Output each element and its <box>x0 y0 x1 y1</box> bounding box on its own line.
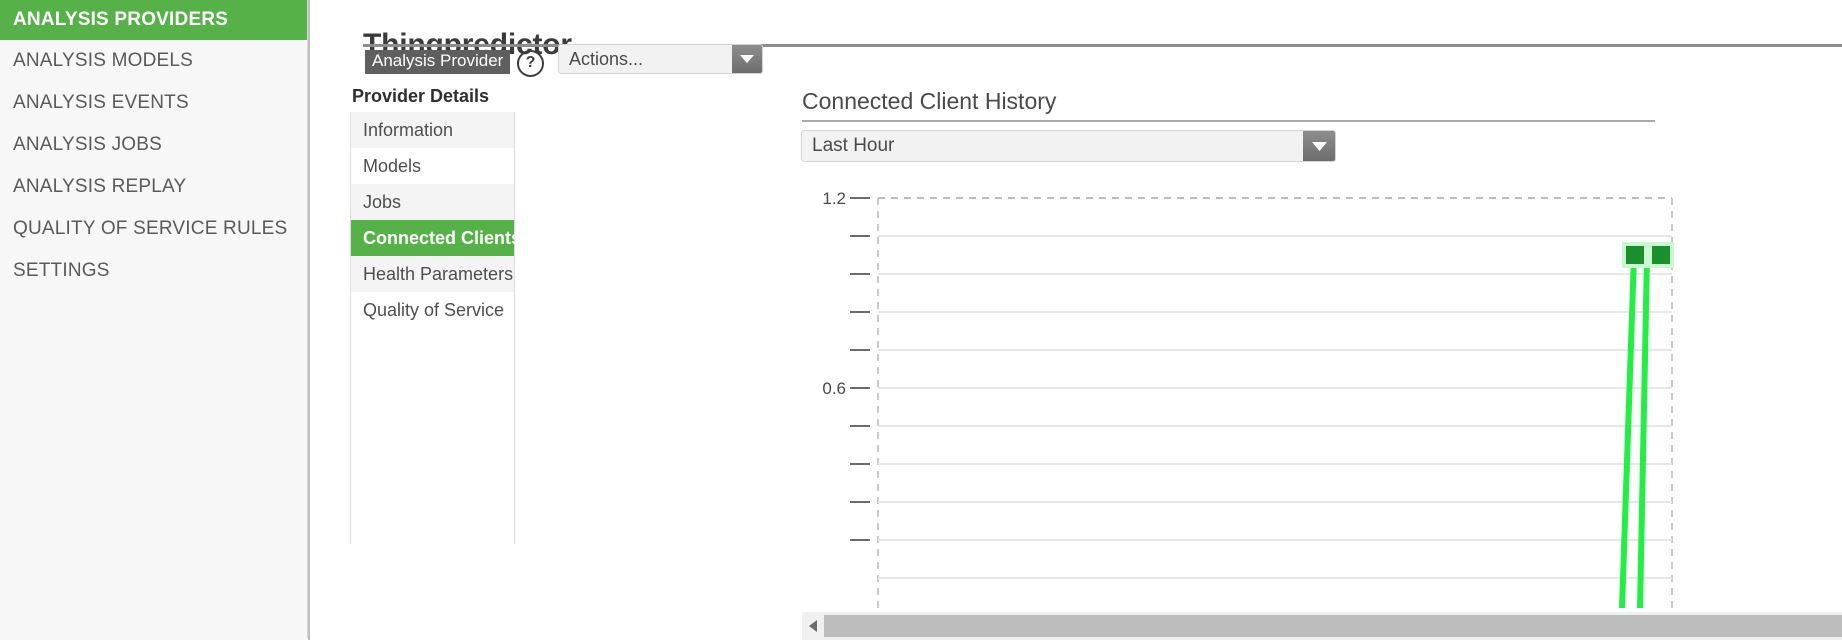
y-tick-label-1-2: 1.2 <box>822 189 846 208</box>
primary-sidebar: ANALYSIS PROVIDERS ANALYSIS MODELS ANALY… <box>0 0 310 640</box>
detail-tab-label: Jobs <box>363 192 402 212</box>
duration-dropdown[interactable]: Last Hour <box>801 130 1336 162</box>
provider-details-heading: Provider Details <box>352 86 490 106</box>
detail-tab-label: Models <box>363 156 422 176</box>
sidebar-item-settings[interactable]: SETTINGS <box>0 250 307 292</box>
horizontal-scrollbar[interactable] <box>802 612 1842 640</box>
detail-tab-models[interactable]: Models <box>351 148 514 184</box>
chevron-down-icon[interactable] <box>1303 131 1335 161</box>
provider-details-list: Information Models Jobs Connected Client… <box>350 112 521 544</box>
application-window: ANALYSIS PROVIDERS ANALYSIS MODELS ANALY… <box>0 0 1842 640</box>
sidebar-item-label: ANALYSIS JOBS <box>13 134 163 155</box>
sidebar-item-label: ANALYSIS MODELS <box>13 50 194 71</box>
y-tick-label-0-6: 0.6 <box>822 379 846 398</box>
chart-gridlines <box>878 235 1672 579</box>
sidebar-item-analysis-jobs[interactable]: ANALYSIS JOBS <box>0 124 307 166</box>
data-point-marker <box>1648 242 1674 268</box>
actions-dropdown-value: Actions... <box>569 48 644 69</box>
detail-tab-label: Health Parameters <box>363 264 514 284</box>
detail-tab-label: Information <box>363 120 454 140</box>
detail-tab-quality-of-service[interactable]: Quality of Service <box>351 292 514 328</box>
section-title: Connected Client History <box>802 88 1057 114</box>
sidebar-item-quality-of-service-rules[interactable]: QUALITY OF SERVICE RULES <box>0 208 307 250</box>
detail-tab-label: Connected Clients <box>363 228 522 248</box>
sidebar-item-analysis-providers[interactable]: ANALYSIS PROVIDERS <box>0 0 307 40</box>
entity-type-badge: Analysis Provider <box>365 50 511 74</box>
duration-dropdown-value: Last Hour <box>812 135 895 156</box>
chevron-down-icon[interactable] <box>732 45 762 73</box>
y-axis-ticks <box>850 197 870 541</box>
question-mark-icon[interactable]: ? <box>517 50 544 77</box>
data-point-marker <box>1622 242 1648 268</box>
detail-tab-connected-clients[interactable]: Connected Clients <box>351 220 521 256</box>
connected-client-history-chart: 1.2 0.6 <box>802 176 1842 608</box>
sidebar-item-label: ANALYSIS PROVIDERS <box>13 9 229 30</box>
sidebar-list: ANALYSIS PROVIDERS ANALYSIS MODELS ANALY… <box>0 0 308 638</box>
section-title-divider <box>802 120 1655 122</box>
sidebar-item-analysis-events[interactable]: ANALYSIS EVENTS <box>0 82 307 124</box>
sidebar-item-label: SETTINGS <box>13 260 110 281</box>
sidebar-item-label: ANALYSIS EVENTS <box>13 92 189 113</box>
sidebar-item-analysis-replay[interactable]: ANALYSIS REPLAY <box>0 166 307 208</box>
detail-tab-information[interactable]: Information <box>351 112 514 148</box>
detail-tab-health-parameters[interactable]: Health Parameters <box>351 256 514 292</box>
detail-tab-jobs[interactable]: Jobs <box>351 184 514 220</box>
chart-canvas: 1.2 0.6 <box>822 189 1674 608</box>
scrollbar-thumb[interactable] <box>824 615 1842 637</box>
triangle-left-icon[interactable] <box>802 612 824 640</box>
detail-tab-label: Quality of Service <box>363 300 505 320</box>
actions-dropdown[interactable]: Actions... <box>558 44 763 74</box>
sidebar-item-label: QUALITY OF SERVICE RULES <box>13 218 288 239</box>
sidebar-item-analysis-models[interactable]: ANALYSIS MODELS <box>0 40 307 82</box>
main-content: Thingpredictor Analysis Provider ? Actio… <box>310 0 1842 640</box>
sidebar-item-label: ANALYSIS REPLAY <box>13 176 187 197</box>
